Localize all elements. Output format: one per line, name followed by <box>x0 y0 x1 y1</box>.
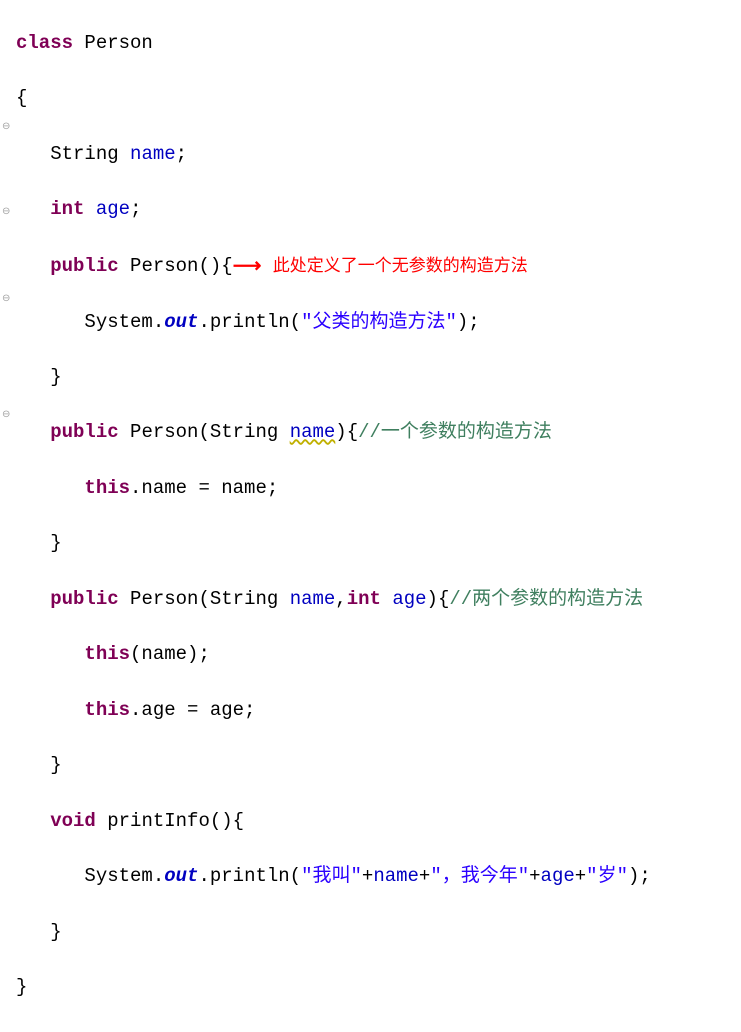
brace: } <box>16 976 27 998</box>
sig-close: ){ <box>427 588 450 610</box>
code-line: System.out.println("父类的构造方法"); <box>16 309 741 337</box>
var-ref: age <box>541 865 575 887</box>
code-line: public Person(String name){//一个参数的构造方法 <box>16 419 741 447</box>
space <box>381 588 392 610</box>
keyword-this: this <box>84 699 130 721</box>
fold-gutter: ⊖ ⊖ ⊖ ⊖ <box>0 0 14 560</box>
keyword-public: public <box>50 421 118 443</box>
plus: + <box>362 865 373 887</box>
println-call: .println( <box>198 311 301 333</box>
brace: } <box>50 532 61 554</box>
code-line: this.age = age; <box>16 697 741 725</box>
brace: { <box>16 87 27 109</box>
code-line: } <box>16 530 741 558</box>
ctor-name: Person <box>130 255 198 277</box>
code-line: int age; <box>16 196 741 224</box>
code-line: public Person(String name,int age){//两个参… <box>16 586 741 614</box>
comment: //两个参数的构造方法 <box>449 588 643 610</box>
code-line: public Person(){⟶ 此处定义了一个无参数的构造方法 <box>16 252 741 281</box>
fold-marker[interactable]: ⊖ <box>2 292 10 307</box>
field-name: name <box>130 143 176 165</box>
plus: + <box>529 865 540 887</box>
sig-close: ){ <box>335 421 358 443</box>
class-name: Person <box>84 32 152 54</box>
code-line: { <box>16 85 741 113</box>
comma: , <box>335 588 346 610</box>
code-line: } <box>16 752 741 780</box>
type-int: int <box>50 198 84 220</box>
brace: } <box>50 921 61 943</box>
out-ref: out <box>164 311 198 333</box>
code-line: this.name = name; <box>16 475 741 503</box>
string-literal: "我叫" <box>301 865 362 887</box>
fold-marker[interactable]: ⊖ <box>2 120 10 135</box>
semicolon: ; <box>176 143 187 165</box>
var-ref: name <box>373 865 419 887</box>
sig-open: (String <box>198 421 289 443</box>
code-line: } <box>16 919 741 947</box>
type-string: String <box>50 143 118 165</box>
type-int: int <box>347 588 381 610</box>
code-area: class Person { String name; int age; pub… <box>0 0 741 1032</box>
brace: } <box>50 754 61 776</box>
string-literal: "，我今年" <box>430 865 529 887</box>
method-name: printInfo <box>107 810 210 832</box>
println-call: .println( <box>198 865 301 887</box>
close-paren: ); <box>628 865 651 887</box>
code-line: } <box>16 364 741 392</box>
code-line: System.out.println("我叫"+name+"，我今年"+age+… <box>16 863 741 891</box>
field-age: age <box>96 198 130 220</box>
code-line: void printInfo(){ <box>16 808 741 836</box>
code-line: class Person <box>16 30 741 58</box>
out-ref: out <box>164 865 198 887</box>
fold-marker[interactable]: ⊖ <box>2 408 10 423</box>
code-line: this(name); <box>16 641 741 669</box>
code-line: String name; <box>16 141 741 169</box>
string-literal: "父类的构造方法" <box>301 311 457 333</box>
ctor-name: Person <box>130 421 198 443</box>
plus: + <box>419 865 430 887</box>
arrow-icon: ⟶ <box>233 253 262 282</box>
keyword-public: public <box>50 588 118 610</box>
keyword-void: void <box>50 810 96 832</box>
plus: + <box>575 865 586 887</box>
keyword-this: this <box>84 477 130 499</box>
param-name: name <box>290 421 336 443</box>
keyword-class: class <box>16 32 73 54</box>
method-sig: (){ <box>210 810 244 832</box>
keyword-this: this <box>84 643 130 665</box>
fold-marker[interactable]: ⊖ <box>2 205 10 220</box>
red-annotation: 此处定义了一个无参数的构造方法 <box>273 256 528 275</box>
keyword-public: public <box>50 255 118 277</box>
system-ref: System. <box>84 311 164 333</box>
param-name: name <box>290 588 336 610</box>
assignment: .name = name; <box>130 477 278 499</box>
sig-open: (String <box>198 588 289 610</box>
ctor-sig: (){ <box>198 255 232 277</box>
system-ref: System. <box>84 865 164 887</box>
assignment: .age = age; <box>130 699 255 721</box>
this-call: (name); <box>130 643 210 665</box>
code-line: } <box>16 974 741 1002</box>
ctor-name: Person <box>130 588 198 610</box>
param-age: age <box>392 588 426 610</box>
brace: } <box>50 366 61 388</box>
comment: //一个参数的构造方法 <box>358 421 552 443</box>
string-literal: "岁" <box>586 865 628 887</box>
semicolon: ; <box>130 198 141 220</box>
close-paren: ); <box>457 311 480 333</box>
